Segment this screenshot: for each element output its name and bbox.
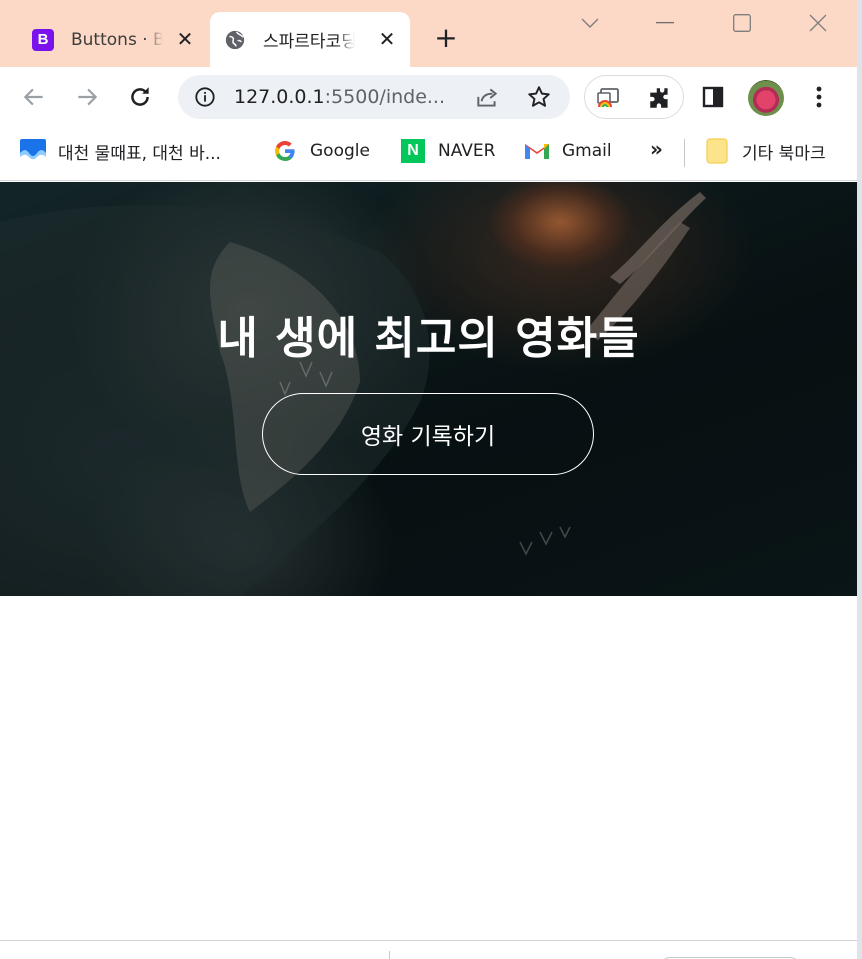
bookmark-naver[interactable]: N NAVER bbox=[400, 137, 495, 165]
naver-icon: N bbox=[400, 138, 426, 164]
wave-icon bbox=[20, 138, 46, 164]
record-movie-button[interactable]: 영화 기록하기 bbox=[262, 393, 594, 475]
forward-arrow-icon[interactable] bbox=[70, 80, 104, 114]
browser-window: B Buttons · Bootstrap ✕ 스파르타코딩클럽 ✕ + bbox=[0, 0, 857, 959]
bootstrap-icon: B bbox=[32, 28, 54, 51]
page-content: 내 생에 최고의 영화들 영화 기록하기 bbox=[0, 182, 857, 940]
other-bookmarks-folder[interactable]: 기타 북마크 bbox=[704, 137, 826, 165]
bookmarks-bar: 대천 물때표, 대천 바... Google N NAVER Gmail » 기… bbox=[0, 127, 857, 181]
hero-banner: 내 생에 최고의 영화들 영화 기록하기 bbox=[0, 182, 857, 596]
close-window-icon[interactable] bbox=[798, 8, 838, 38]
browser-toolbar: 127.0.0.1:5500/inde... bbox=[0, 67, 857, 127]
bottom-divider bbox=[389, 951, 390, 959]
bookmarks-divider bbox=[684, 139, 685, 167]
bookmarks-overflow-chevron-icon[interactable]: » bbox=[650, 137, 663, 161]
profile-avatar[interactable] bbox=[748, 80, 784, 116]
extensions-group bbox=[584, 75, 684, 119]
address-bar[interactable]: 127.0.0.1:5500/inde... bbox=[178, 75, 570, 119]
maximize-icon[interactable] bbox=[722, 8, 762, 38]
info-icon[interactable] bbox=[194, 86, 216, 108]
tab-buttons-bootstrap[interactable]: B Buttons · Bootstrap ✕ bbox=[18, 12, 208, 67]
bookmark-gmail[interactable]: Gmail bbox=[524, 137, 612, 165]
folder-icon bbox=[704, 138, 730, 164]
reload-icon[interactable] bbox=[123, 80, 157, 114]
minimize-icon[interactable] bbox=[645, 8, 685, 38]
google-icon bbox=[272, 138, 298, 164]
url-text[interactable]: 127.0.0.1:5500/inde... bbox=[234, 86, 445, 108]
window-right-edge bbox=[857, 0, 862, 959]
hero-title: 내 생에 최고의 영화들 bbox=[217, 313, 640, 364]
tab-active-page[interactable]: 스파르타코딩클럽 ✕ bbox=[210, 12, 410, 67]
more-menu-icon[interactable] bbox=[802, 80, 836, 114]
gmail-icon bbox=[524, 138, 550, 164]
bookmark-daecheon-tide[interactable]: 대천 물때표, 대천 바... bbox=[20, 137, 221, 165]
back-arrow-icon[interactable] bbox=[17, 80, 51, 114]
new-tab-plus-icon[interactable]: + bbox=[432, 24, 460, 53]
tab-title: Buttons · Bootstrap bbox=[71, 29, 163, 50]
tab-strip: B Buttons · Bootstrap ✕ 스파르타코딩클럽 ✕ + bbox=[0, 0, 857, 67]
bookmark-google[interactable]: Google bbox=[272, 137, 370, 165]
close-icon[interactable]: ✕ bbox=[376, 28, 398, 50]
globe-icon bbox=[224, 29, 246, 51]
share-icon[interactable] bbox=[474, 85, 500, 111]
close-icon[interactable]: ✕ bbox=[174, 28, 196, 50]
tab-search-chevron-down-icon[interactable] bbox=[570, 8, 610, 38]
side-panel-icon[interactable] bbox=[696, 80, 730, 114]
extensions-puzzle-icon[interactable] bbox=[647, 85, 673, 111]
bottom-taskbar-edge bbox=[0, 940, 857, 959]
tab-title: 스파르타코딩클럽 bbox=[263, 32, 355, 52]
bookmark-star-icon[interactable] bbox=[526, 84, 552, 110]
hero-content: 내 생에 최고의 영화들 영화 기록하기 bbox=[0, 182, 857, 596]
cast-rainbow-icon[interactable] bbox=[595, 85, 621, 111]
